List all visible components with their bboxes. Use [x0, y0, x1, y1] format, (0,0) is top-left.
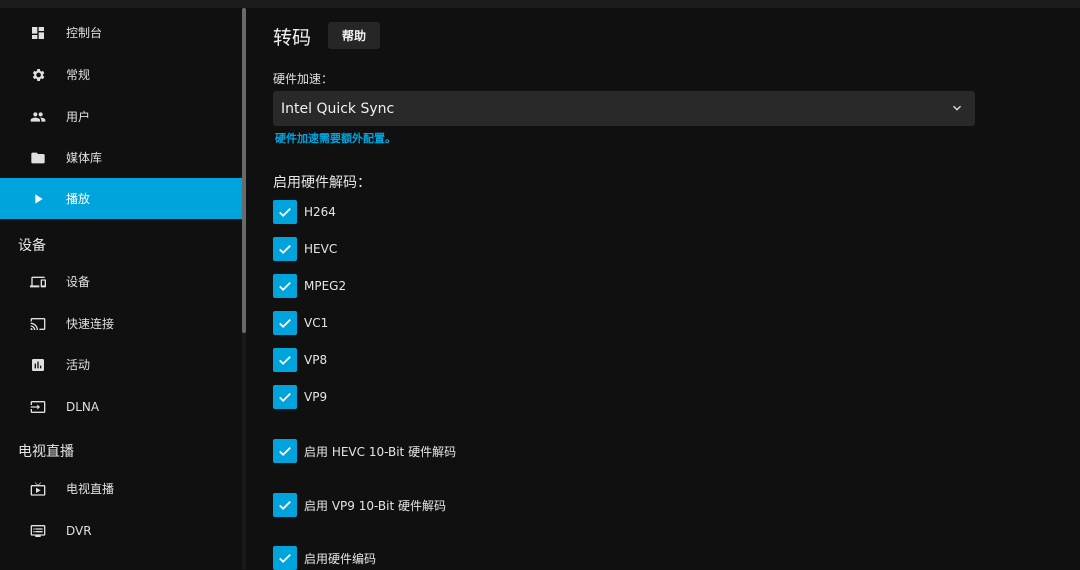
main-content: 转码 帮助 硬件加速： Intel Quick Sync 硬件加速需要额外配置。…: [246, 8, 1080, 570]
help-button[interactable]: 帮助: [328, 22, 380, 49]
checkbox-checked-icon[interactable]: [273, 237, 297, 261]
sidebar-item-users[interactable]: 用户: [0, 96, 242, 137]
sidebar-item-devices[interactable]: 设备: [0, 261, 242, 302]
sidebar-item-label: DLNA: [66, 399, 100, 414]
checkbox-vp9[interactable]: VP9: [273, 385, 327, 409]
checkbox-hw-encoding[interactable]: 启用硬件编码: [273, 546, 376, 570]
checkbox-label: HEVC: [304, 242, 338, 256]
sidebar-item-dvr[interactable]: DVR: [0, 510, 242, 551]
sidebar-item-label: 设备: [66, 275, 91, 289]
checkbox-checked-icon[interactable]: [273, 348, 297, 372]
checkbox-label: 启用 VP9 10-Bit 硬件解码: [304, 498, 446, 513]
sidebar-item-label: 电视直播: [66, 482, 115, 496]
checkbox-checked-icon[interactable]: [273, 311, 297, 335]
sidebar-item-label: 常规: [66, 68, 91, 82]
checkbox-hevc[interactable]: HEVC: [273, 237, 337, 261]
checkbox-checked-icon[interactable]: [273, 200, 297, 224]
checkbox-vp8[interactable]: VP8: [273, 348, 327, 372]
section-header-live-tv: 电视直播: [18, 444, 74, 460]
checkbox-checked-icon[interactable]: [273, 274, 297, 298]
checkbox-checked-icon[interactable]: [273, 493, 297, 517]
sidebar-item-activity[interactable]: 活动: [0, 344, 242, 385]
hw-decode-label: 启用硬件解码：: [273, 175, 371, 191]
sidebar-item-dlna[interactable]: DLNA: [0, 386, 242, 427]
checkbox-label: VP9: [304, 390, 328, 404]
checkbox-checked-icon[interactable]: [273, 385, 297, 409]
sidebar: 控制台 常规 用户 媒体库 播放 设备 设备 快速连接 活动 DLNA 电视直播…: [0, 8, 242, 569]
play-icon: [29, 190, 47, 208]
checkbox-vp9-10bit[interactable]: 启用 VP9 10-Bit 硬件解码: [273, 493, 446, 517]
chevron-down-icon: [949, 100, 965, 116]
checkbox-vc1[interactable]: VC1: [273, 311, 328, 335]
checkbox-label: H264: [304, 205, 336, 219]
sidebar-item-label: 播放: [66, 192, 91, 206]
sidebar-item-live-tv[interactable]: 电视直播: [0, 468, 242, 509]
folder-icon: [29, 149, 47, 167]
sidebar-item-label: 控制台: [66, 26, 103, 40]
checkbox-h264[interactable]: H264: [273, 200, 336, 224]
sidebar-item-label: 快速连接: [66, 317, 115, 331]
sidebar-item-label: DVR: [66, 523, 92, 538]
sidebar-item-label: 媒体库: [66, 151, 103, 165]
sidebar-item-quick-connect[interactable]: 快速连接: [0, 303, 242, 344]
section-header-devices: 设备: [18, 238, 46, 254]
dvr-icon: [29, 522, 47, 540]
checkbox-label: 启用硬件编码: [304, 551, 377, 566]
checkbox-label: MPEG2: [304, 279, 347, 293]
checkbox-label: VP8: [304, 353, 328, 367]
checkbox-label: 启用 HEVC 10-Bit 硬件解码: [304, 444, 457, 459]
sidebar-item-label: 用户: [66, 110, 91, 124]
checkbox-label: VC1: [304, 316, 329, 330]
sidebar-item-libraries[interactable]: 媒体库: [0, 137, 242, 178]
hw-accel-select[interactable]: Intel Quick Sync: [273, 91, 975, 126]
sidebar-item-dashboard[interactable]: 控制台: [0, 12, 242, 53]
checkbox-hevc-10bit[interactable]: 启用 HEVC 10-Bit 硬件解码: [273, 439, 456, 463]
devices-icon: [29, 273, 47, 291]
sidebar-item-playback[interactable]: 播放: [0, 178, 242, 219]
live-tv-icon: [29, 480, 47, 498]
page-title: 转码: [273, 27, 312, 49]
hw-accel-value: Intel Quick Sync: [281, 100, 395, 117]
sidebar-item-label: 活动: [66, 358, 91, 372]
checkbox-checked-icon[interactable]: [273, 439, 297, 463]
hw-accel-hint-link[interactable]: 硬件加速需要额外配置。: [275, 130, 396, 146]
checkbox-checked-icon[interactable]: [273, 546, 297, 570]
checkbox-mpeg2[interactable]: MPEG2: [273, 274, 346, 298]
sidebar-item-general[interactable]: 常规: [0, 54, 242, 95]
hw-accel-label: 硬件加速：: [273, 72, 334, 86]
input-icon: [29, 398, 47, 416]
top-bar: [0, 0, 1080, 8]
cast-icon: [29, 315, 47, 333]
users-icon: [29, 108, 47, 126]
gear-icon: [29, 66, 47, 84]
activity-icon: [29, 356, 47, 374]
dashboard-icon: [29, 24, 47, 42]
